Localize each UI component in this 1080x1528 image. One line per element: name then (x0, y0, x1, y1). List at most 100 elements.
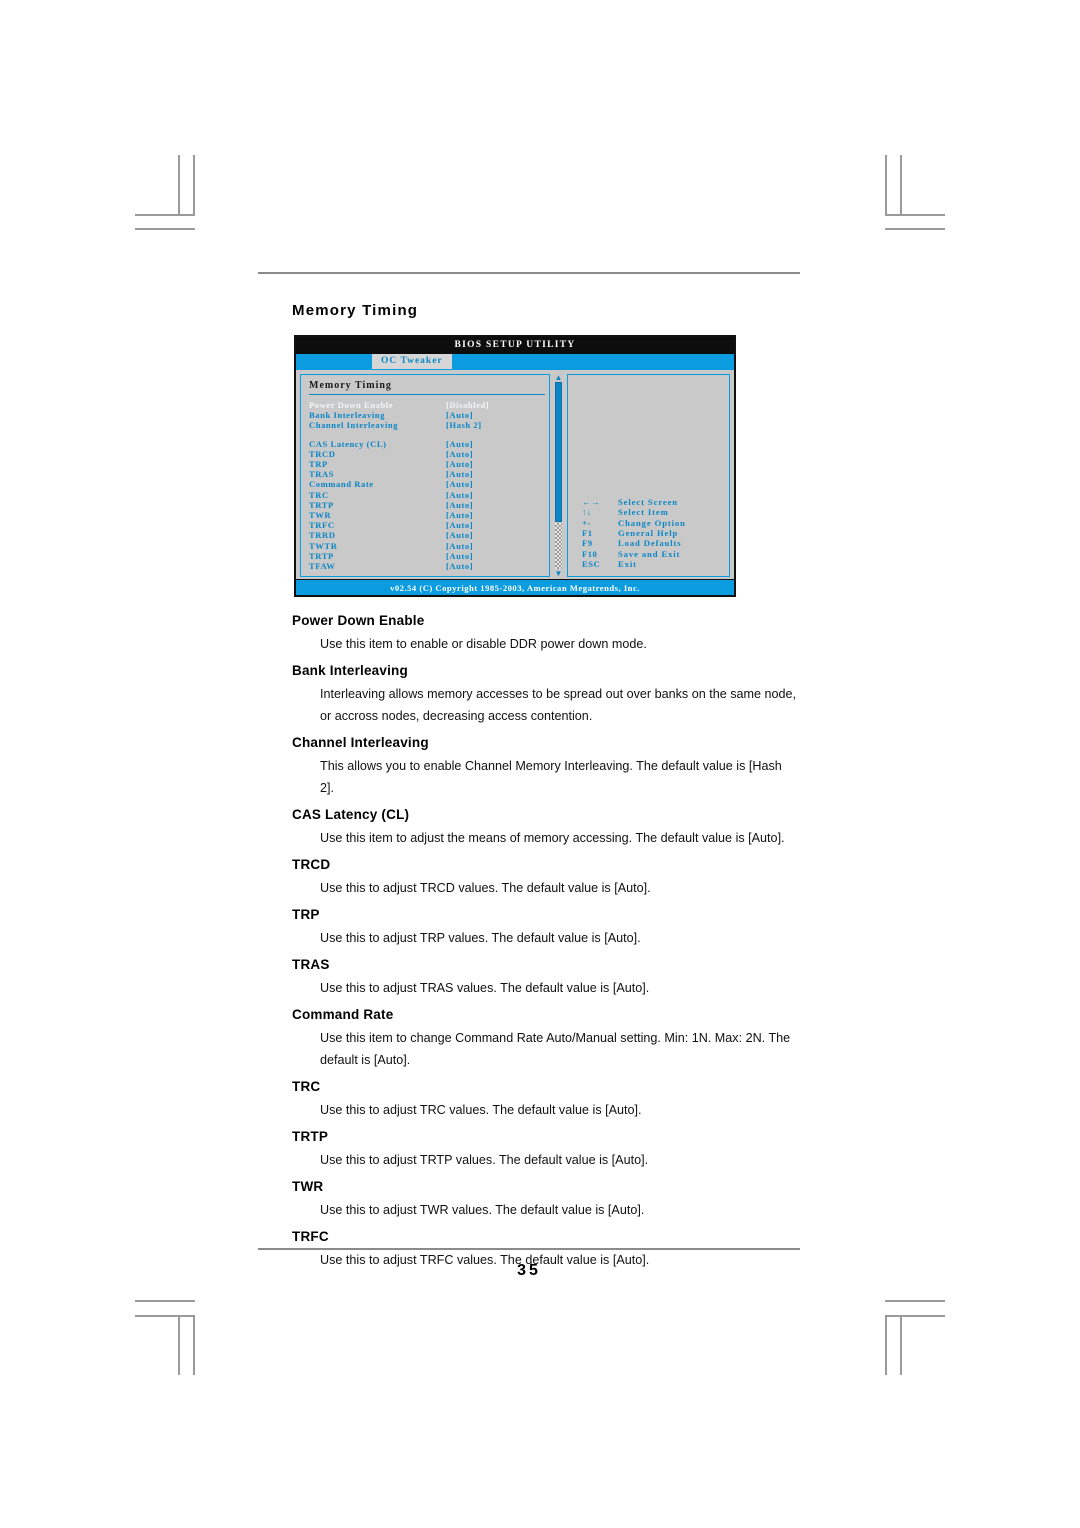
scroll-up-arrow-icon[interactable]: ▲ (554, 374, 563, 382)
bios-footer: v02.54 (C) Copyright 1985-2003, American… (296, 579, 734, 596)
bios-option-label: Channel Interleaving (309, 420, 399, 431)
page-number: 35 (517, 1262, 541, 1279)
legend-description: Select Screen (618, 497, 678, 508)
bios-option-value: [Auto] (446, 561, 474, 572)
bios-option-row[interactable]: Bank Interleaving [Auto] (309, 410, 545, 420)
header-rule (258, 272, 800, 274)
manual-entry-title: Power Down Enable (292, 613, 425, 629)
bios-option-label: TRP (309, 459, 328, 470)
bios-scrollbar[interactable]: ▲ ▼ (554, 374, 563, 578)
bios-option-row[interactable]: CAS Latency (CL) [Auto] (309, 439, 545, 449)
bios-option-row[interactable]: TRCD [Auto] (309, 449, 545, 459)
scrollbar-thumb[interactable] (555, 382, 562, 522)
legend-key-icon: F10 (582, 548, 598, 559)
bios-option-row[interactable]: TRP [Auto] (309, 459, 545, 469)
bios-option-label: TWR (309, 510, 332, 521)
legend-description: Select Item (618, 507, 669, 518)
bios-option-row[interactable]: TRFC [Auto] (309, 520, 545, 530)
manual-entry-description: Use this to adjust TRTP values. The defa… (320, 1153, 649, 1168)
bios-options-pane: Memory Timing Power Down Enable [Disabled… (300, 374, 550, 578)
manual-entry-title: TRP (292, 907, 320, 923)
manual-entry-description: Use this to adjust TRP values. The defau… (320, 931, 641, 946)
manual-entry-title: Command Rate (292, 1007, 394, 1023)
bios-option-value: [Hash 2] (446, 420, 482, 431)
bios-option-value: [Auto] (446, 469, 474, 480)
footer-rule (258, 1248, 800, 1250)
bios-tab-bar: OC Tweaker (296, 354, 734, 370)
legend-row: F10 Save and Exit (582, 549, 686, 559)
manual-entry-title: TRFC (292, 1229, 329, 1245)
option-group-gap (309, 431, 545, 439)
bios-option-value: [Auto] (446, 459, 474, 470)
manual-entry-title: TRTP (292, 1129, 329, 1145)
legend-description: Load Defaults (618, 538, 682, 549)
bios-option-row[interactable]: Command Rate [Auto] (309, 479, 545, 489)
scroll-down-arrow-icon[interactable]: ▼ (554, 570, 563, 578)
bios-body: Memory Timing Power Down Enable [Disabled… (296, 370, 734, 580)
bios-option-value: [Auto] (446, 550, 474, 561)
bios-option-label: TRTP (309, 550, 334, 561)
bios-help-pane: ←→ Select Screen ↑↓ Select Item +- Change Opt… (567, 374, 730, 578)
legend-key-icon: F1 (582, 528, 593, 539)
bios-key-legend: ←→ Select Screen ↑↓ Select Item +- Change Opt… (582, 497, 686, 569)
manual-entry-title: CAS Latency (CL) (292, 807, 410, 823)
bios-option-row[interactable]: TRAS [Auto] (309, 469, 545, 479)
bios-option-label: TRC (309, 489, 329, 500)
manual-entry-description: Use this to adjust TRCD values. The defa… (320, 881, 651, 896)
bios-option-value: [Disabled] (446, 400, 490, 410)
manual-entry-title: TRC (292, 1079, 321, 1095)
tab-spacer-left (296, 354, 372, 369)
legend-row: F9 Load Defaults (582, 538, 686, 548)
bios-option-row[interactable]: TWTR [Auto] (309, 541, 545, 551)
page-content: Memory Timing BIOS SETUP UTILITY OC Twea… (258, 272, 800, 1279)
heading-underline (309, 394, 545, 395)
bios-option-label: TRAS (309, 469, 335, 480)
bios-option-value: [Auto] (446, 438, 474, 449)
scrollbar-track[interactable] (555, 523, 562, 570)
bios-option-value: [Auto] (446, 520, 474, 531)
bios-option-value: [Auto] (446, 448, 474, 459)
manual-entry-description: Use this to adjust TRAS values. The defa… (320, 981, 650, 996)
bios-option-row[interactable]: TRTP [Auto] (309, 500, 545, 510)
legend-row: ESC Exit (582, 559, 686, 569)
bios-option-row[interactable]: TFAW [Auto] (309, 561, 545, 571)
bios-option-value: [Auto] (446, 489, 474, 500)
legend-description: Change Option (618, 517, 686, 528)
bios-option-label: TRRD (309, 530, 336, 541)
bios-option-row[interactable]: TRRD [Auto] (309, 530, 545, 540)
bios-option-row[interactable]: TRTP [Auto] (309, 551, 545, 561)
tab-oc-tweaker[interactable]: OC Tweaker (372, 354, 452, 369)
legend-description: Save and Exit (618, 548, 681, 559)
bios-option-row[interactable]: Power Down Enable [Disabled] (309, 400, 545, 410)
bios-option-value: [Auto] (446, 510, 474, 521)
legend-row: ←→ Select Screen (582, 497, 686, 507)
bios-option-label: TFAW (309, 561, 336, 572)
bios-option-value: [Auto] (446, 530, 474, 541)
legend-description: General Help (618, 528, 679, 539)
legend-key-icon: +- (582, 517, 591, 528)
bios-option-label: Bank Interleaving (309, 410, 385, 421)
legend-key-icon: ESC (582, 558, 601, 569)
manual-entry-description: Use this item to change Command Rate Aut… (320, 1031, 791, 1068)
manual-entry-title: TRAS (292, 957, 330, 973)
bios-option-label: TRFC (309, 520, 335, 531)
legend-key-icon: F9 (582, 538, 593, 549)
bios-option-label: CAS Latency (CL) (309, 438, 387, 449)
legend-description: Exit (618, 558, 637, 569)
manual-entry-description: Use this item to enable or disable DDR p… (320, 637, 647, 652)
bios-title: BIOS SETUP UTILITY (296, 337, 734, 354)
legend-row: ↑↓ Select Item (582, 507, 686, 517)
bios-option-value: [Auto] (446, 499, 474, 510)
legend-key-icon: ↑↓ (582, 507, 592, 518)
manual-entry-title: TWR (292, 1179, 324, 1195)
bios-option-row[interactable]: TRC [Auto] (309, 490, 545, 500)
bios-option-label: Power Down Enable (309, 400, 394, 410)
bios-option-label: Command Rate (309, 479, 374, 490)
bios-option-row[interactable]: Channel Interleaving [Hash 2] (309, 420, 545, 430)
tab-spacer-right (452, 354, 734, 369)
bios-option-row[interactable]: TWR [Auto] (309, 510, 545, 520)
bios-option-value: [Auto] (446, 479, 474, 490)
manual-entry-description: Use this to adjust TRC values. The defau… (320, 1103, 642, 1118)
options-heading: Memory Timing (309, 380, 392, 391)
manual-entry-title: TRCD (292, 857, 331, 873)
